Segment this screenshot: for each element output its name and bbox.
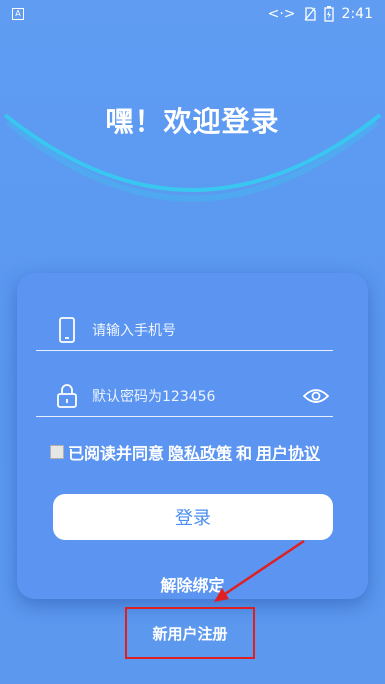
eye-icon[interactable] — [303, 386, 329, 406]
password-field[interactable]: 默认密码为123456 — [36, 376, 333, 417]
privacy-policy-link[interactable]: 隐私政策 — [168, 440, 232, 464]
no-sim-icon — [304, 7, 316, 21]
status-time: 2:41 — [341, 6, 373, 22]
phone-icon — [56, 316, 78, 344]
notification-a-icon: A — [12, 8, 24, 20]
agree-checkbox[interactable] — [50, 445, 64, 459]
phone-field[interactable]: 请输入手机号 — [36, 310, 333, 351]
unbind-link[interactable]: 解除绑定 — [0, 572, 385, 596]
status-bar: A <·> 2:41 — [0, 0, 385, 28]
and-text: 和 — [236, 444, 253, 463]
code-icon: <·> — [267, 6, 296, 22]
phone-input[interactable]: 请输入手机号 — [92, 320, 176, 340]
agreement-row: 已阅读并同意 隐私政策 和 用户协议 — [50, 440, 324, 464]
decorative-arc — [3, 113, 382, 202]
register-link[interactable]: 新用户注册 — [125, 607, 255, 659]
page-title: 嘿！欢迎登录 — [105, 105, 280, 138]
lock-icon — [56, 382, 78, 410]
agree-prefix-text: 已阅读并同意 — [68, 444, 165, 463]
password-input[interactable]: 默认密码为123456 — [92, 386, 215, 406]
user-agreement-link[interactable]: 用户协议 — [256, 440, 320, 464]
battery-charging-icon — [323, 6, 334, 22]
login-button[interactable]: 登录 — [53, 494, 333, 540]
